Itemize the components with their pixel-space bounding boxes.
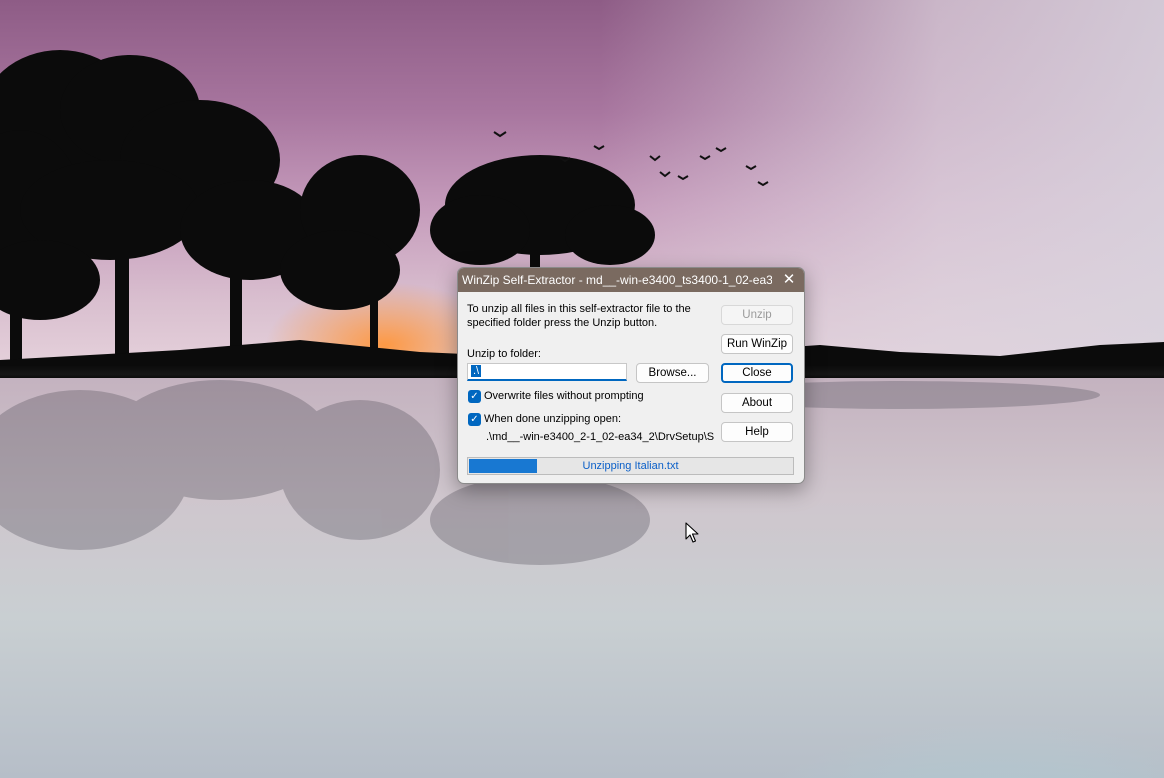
when-done-path: .\md__-win-e3400_2-1_02-ea34_2\DrvSetup\… [486, 431, 714, 443]
about-button[interactable]: About [721, 393, 793, 413]
window-title: WinZip Self-Extractor - md__-win-e3400_t… [462, 273, 772, 287]
help-button[interactable]: Help [721, 422, 793, 442]
progress-status: Unzipping Italian.txt [582, 460, 679, 472]
title-bar[interactable]: WinZip Self-Extractor - md__-win-e3400_t… [458, 268, 804, 292]
unzip-progress-bar: Unzipping Italian.txt [467, 457, 794, 475]
browse-button[interactable]: Browse... [636, 363, 709, 383]
close-icon[interactable]: ✕ [778, 270, 800, 290]
unzip-button[interactable]: Unzip [721, 305, 793, 325]
when-done-checkbox[interactable]: ✓ [468, 413, 481, 426]
close-button[interactable]: Close [721, 363, 793, 383]
winzip-self-extractor-dialog: WinZip Self-Extractor - md__-win-e3400_t… [457, 267, 805, 484]
when-done-label: When done unzipping open: [484, 413, 621, 425]
arrow-cursor-icon [685, 522, 699, 543]
unzip-folder-label: Unzip to folder: [467, 348, 541, 360]
checkmark-icon: ✓ [470, 414, 479, 425]
overwrite-label: Overwrite files without prompting [484, 390, 644, 402]
unzip-folder-input[interactable]: .\ [467, 363, 627, 381]
overwrite-checkbox[interactable]: ✓ [468, 390, 481, 403]
checkmark-icon: ✓ [470, 391, 479, 402]
run-winzip-button[interactable]: Run WinZip [721, 334, 793, 354]
instructions-text: To unzip all files in this self-extracto… [467, 303, 691, 329]
unzip-folder-value: .\ [471, 365, 482, 377]
